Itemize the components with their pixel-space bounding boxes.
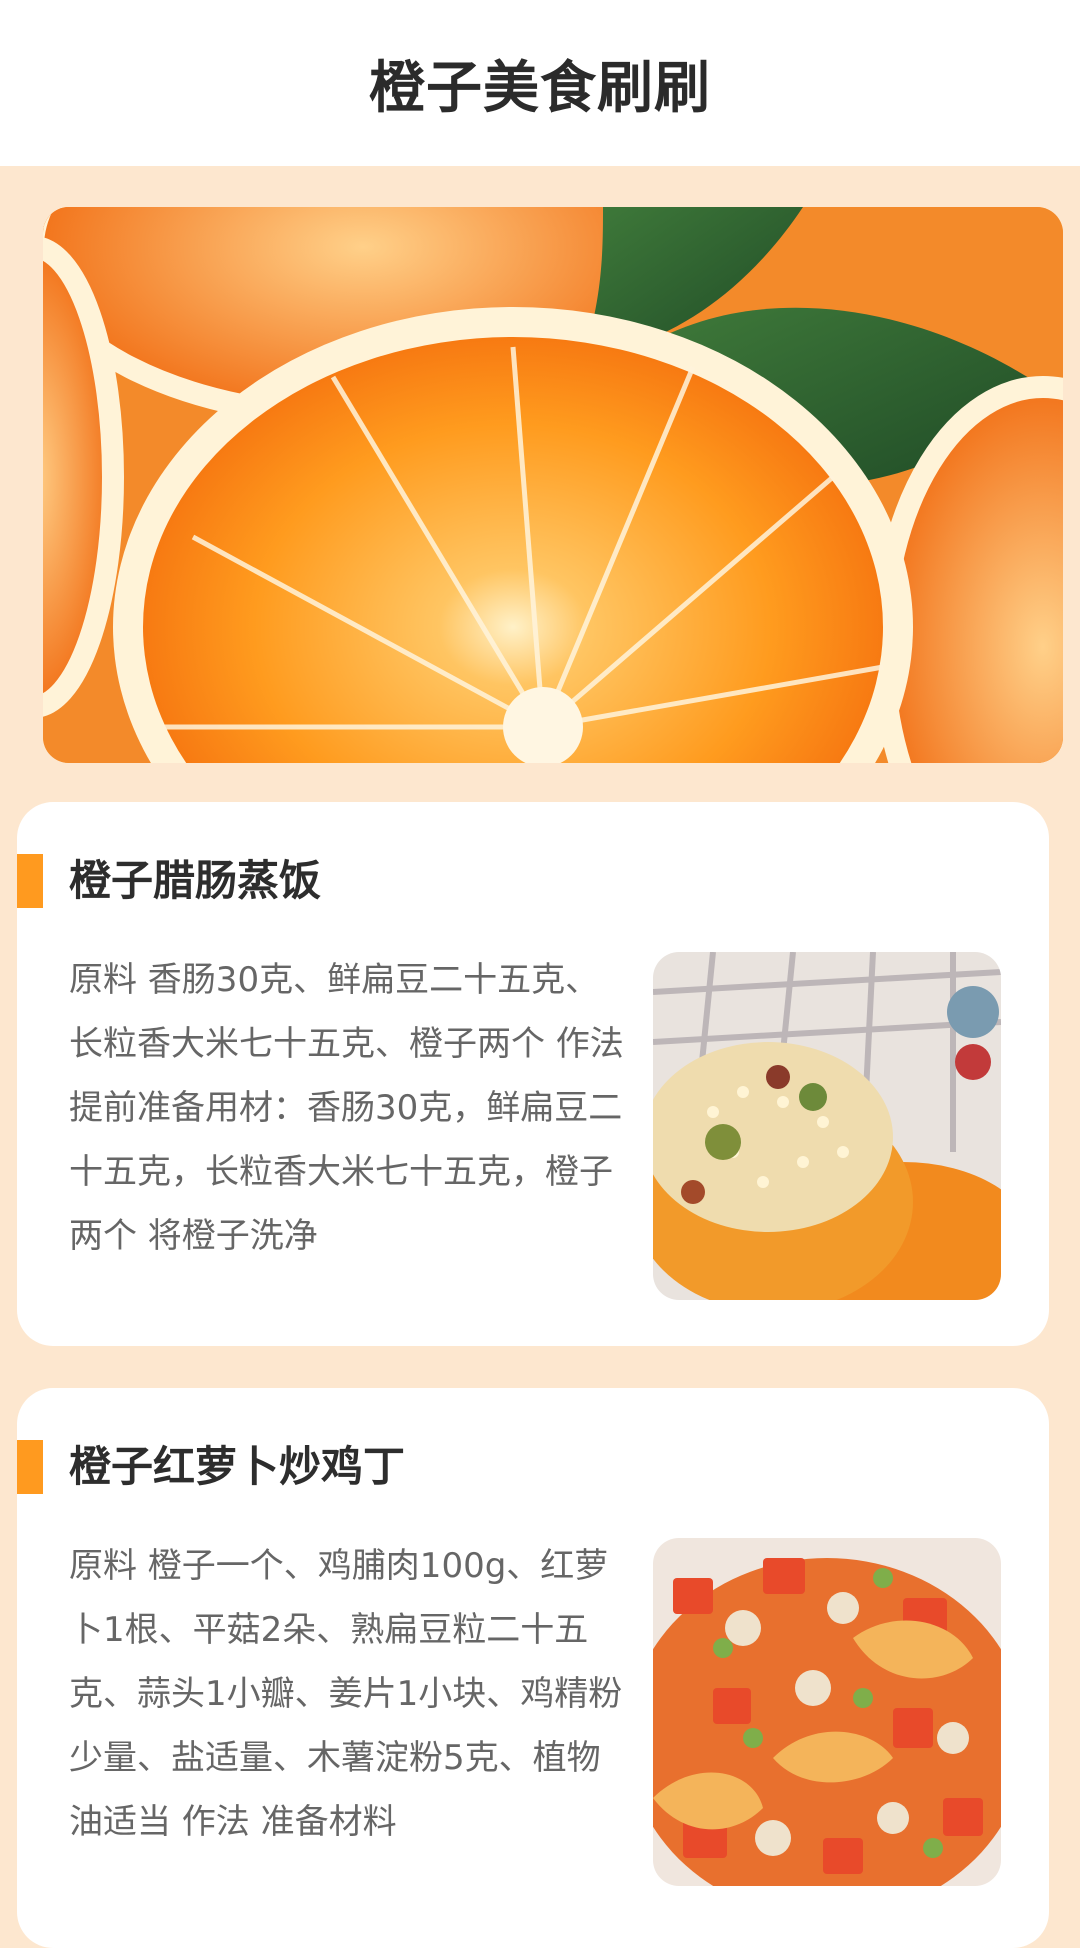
orange-sausage-rice-photo [653,952,1001,1300]
recipe-thumbnail[interactable] [653,1538,1001,1886]
recipe-description: 原料 橙子一个、鸡脯肉100g、红萝卜1根、平菇2朵、熟扁豆粒二十五克、蒜头1小… [69,1546,623,1842]
app-header: 橙子美食刷刷 [0,0,1080,166]
recipe-card[interactable]: 橙子腊肠蒸饭 原料 香肠30克、鲜扁豆二十五克、长粒香大米七十五克、橙子两个 作… [17,802,1049,1346]
recipe-title: 橙子红萝卜炒鸡丁 [69,1442,406,1491]
recipe-card[interactable]: 橙子红萝卜炒鸡丁 原料 橙子一个、鸡脯肉100g、红萝卜1根、平菇2朵、熟扁豆粒… [17,1388,1049,1948]
banner-image[interactable] [43,207,1063,763]
recipe-title: 橙子腊肠蒸饭 [69,856,322,905]
recipe-description: 原料 香肠30克、鲜扁豆二十五克、长粒香大米七十五克、橙子两个 作法 提前准备用… [69,960,624,1256]
title-accent-bar [17,1440,43,1494]
recipe-thumbnail[interactable] [653,952,1001,1300]
page-title: 橙子美食刷刷 [369,55,711,121]
orange-carrot-chicken-photo [653,1538,1001,1886]
orange-slices-photo [43,207,1063,763]
title-accent-bar [17,854,43,908]
